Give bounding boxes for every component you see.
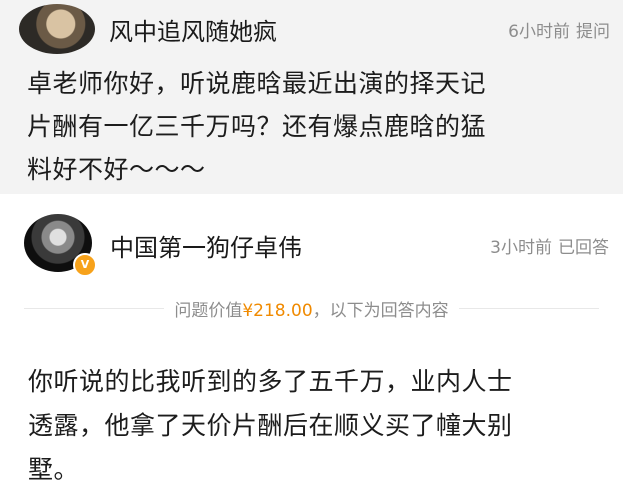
question-text: 卓老师你好，听说鹿晗最近出演的择天记 片酬有一亿三千万吗？还有爆点鹿晗的猛 料好…: [27, 62, 607, 191]
verified-badge-icon: V: [73, 253, 97, 277]
answer-text: 你听说的比我听到的多了五千万，业内人士 透露，他拿了天价片酬后在顺义买了幢大别 …: [28, 360, 608, 492]
question-meta: 6小时前 提问: [508, 17, 610, 42]
question-username[interactable]: 风中追风随她疯: [109, 12, 277, 47]
question-avatar[interactable]: [19, 4, 95, 54]
question-card: 风中追风随她疯 6小时前 提问 卓老师你好，听说鹿晗最近出演的择天记 片酬有一亿三…: [0, 0, 623, 194]
value-suffix: ，以下为回答内容: [312, 301, 449, 321]
answer-line: 墅。: [28, 455, 80, 484]
question-action: 提问: [576, 22, 610, 42]
question-price: ¥218.00: [242, 301, 313, 321]
answer-meta: 3小时前 已回答: [490, 233, 609, 258]
question-time: 6小时前: [508, 22, 570, 42]
answer-line: 你听说的比我听到的多了五千万，业内人士: [28, 367, 513, 396]
value-prefix: 问题价值: [174, 301, 243, 321]
answer-username[interactable]: 中国第一狗仔卓伟: [110, 228, 302, 263]
question-line: 料好不好～～～: [27, 155, 206, 184]
answer-line: 透露，他拿了天价片酬后在顺义买了幢大别: [28, 411, 513, 440]
question-line: 卓老师你好，听说鹿晗最近出演的择天记: [27, 69, 487, 98]
answer-time: 3小时前: [490, 238, 552, 258]
question-value-label: 问题价值¥218.00，以下为回答内容: [0, 296, 623, 321]
answer-action: 已回答: [558, 238, 609, 258]
question-line: 片酬有一亿三千万吗？还有爆点鹿晗的猛: [27, 112, 487, 141]
